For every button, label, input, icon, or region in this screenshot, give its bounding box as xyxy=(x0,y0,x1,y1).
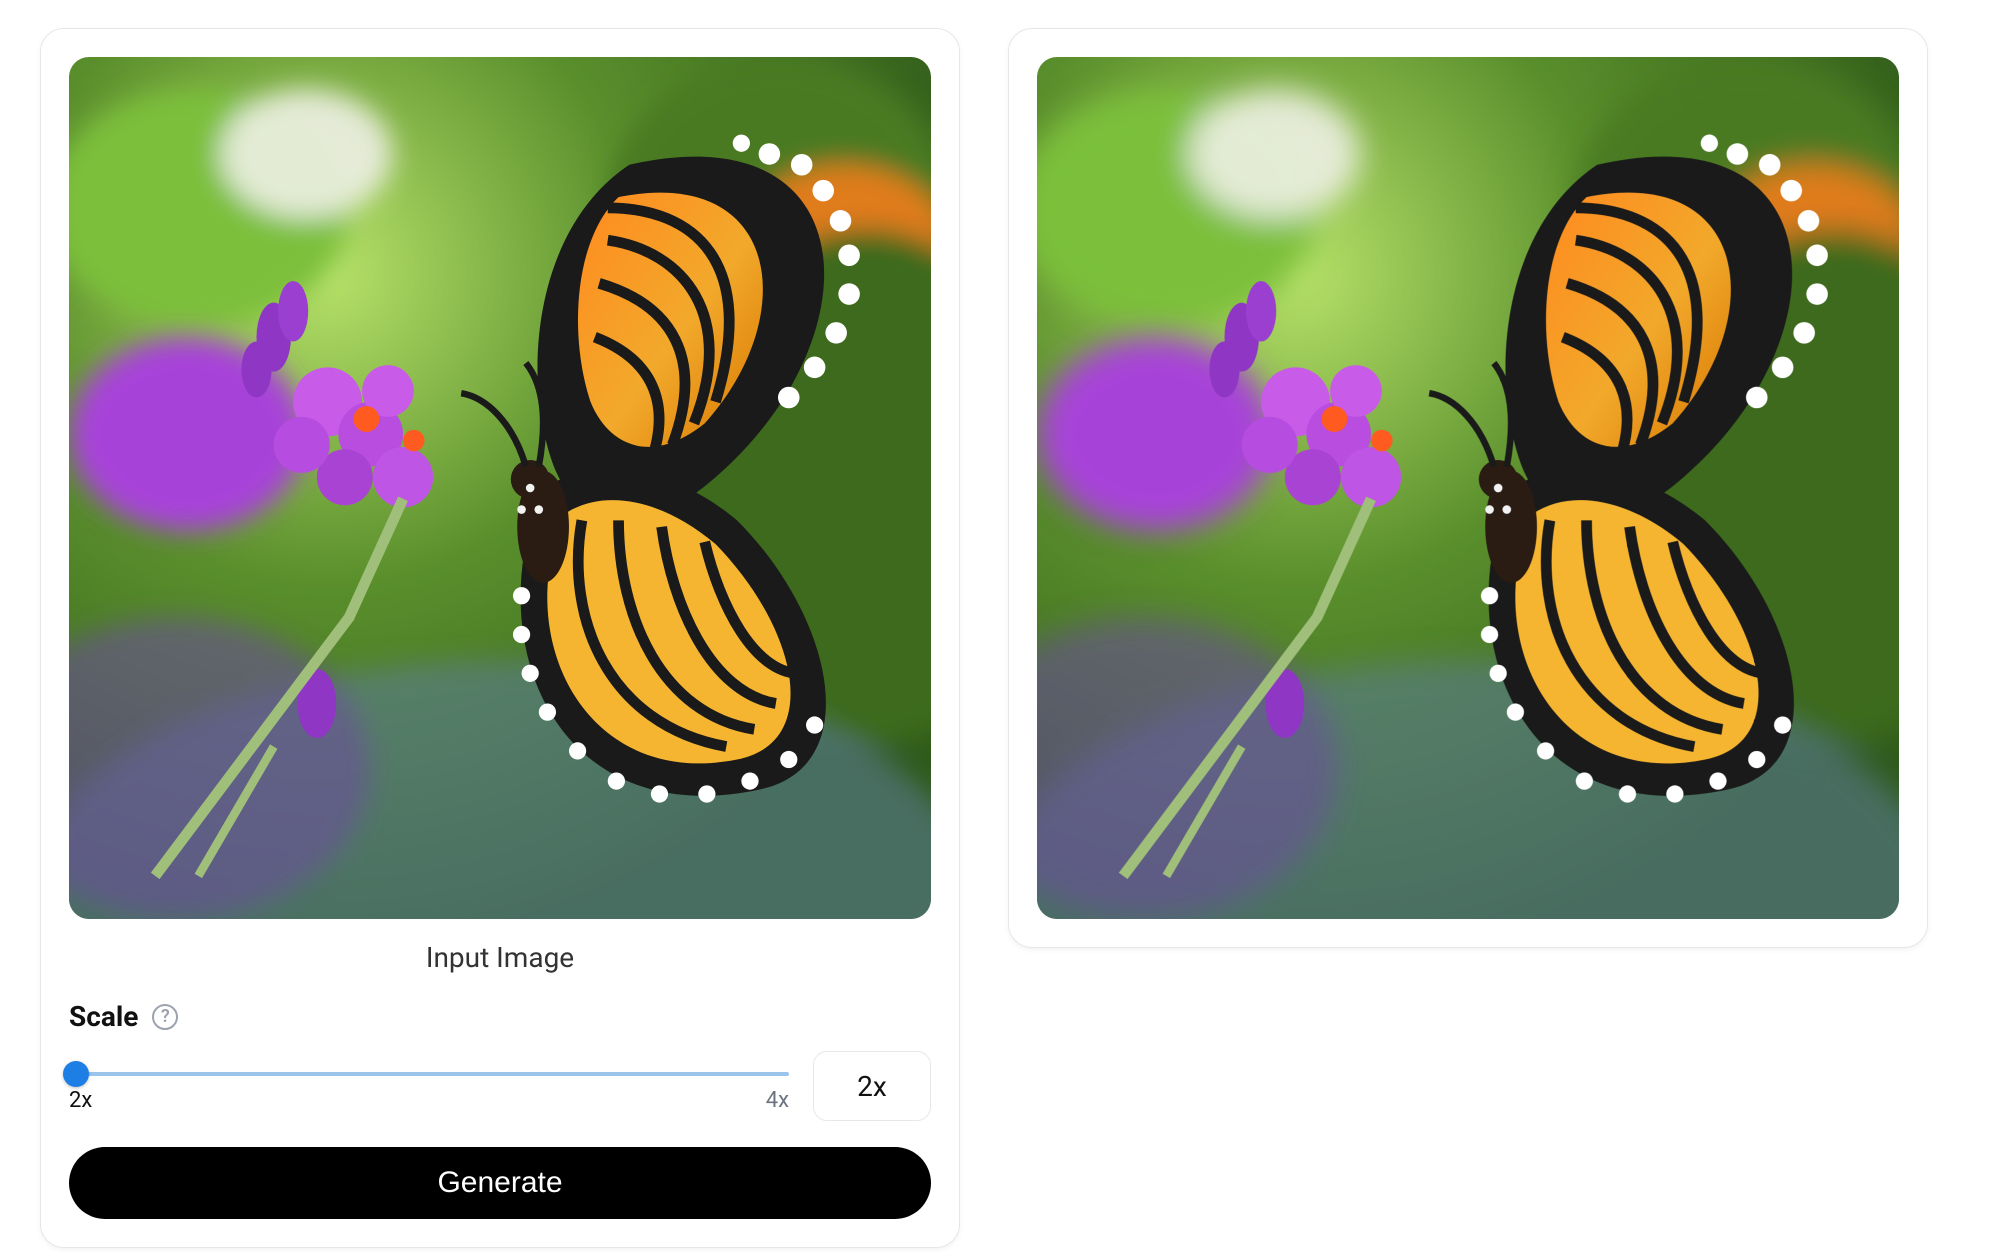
scale-slider-row: 2x 4x 2x xyxy=(69,1051,931,1121)
input-image-caption: Input Image xyxy=(69,941,931,974)
input-image[interactable] xyxy=(69,57,931,919)
input-card: Input Image Scale ? 2x 4x 2x Gen xyxy=(40,28,960,1248)
scale-value-input[interactable]: 2x xyxy=(813,1051,931,1121)
app-root: Input Image Scale ? 2x 4x 2x Gen xyxy=(0,0,2000,1255)
output-card xyxy=(1008,28,1928,948)
scale-slider-thumb[interactable] xyxy=(63,1061,89,1087)
scale-section: Scale ? 2x 4x 2x xyxy=(69,1000,931,1121)
scale-max-label: 4x xyxy=(766,1088,789,1113)
scale-slider[interactable]: 2x 4x xyxy=(69,1060,789,1113)
scale-header: Scale ? xyxy=(69,1000,931,1033)
scale-label: Scale xyxy=(69,1000,138,1033)
generate-button[interactable]: Generate xyxy=(69,1147,931,1219)
scale-min-label: 2x xyxy=(69,1088,92,1113)
output-image[interactable] xyxy=(1037,57,1899,919)
help-icon[interactable]: ? xyxy=(152,1004,178,1030)
